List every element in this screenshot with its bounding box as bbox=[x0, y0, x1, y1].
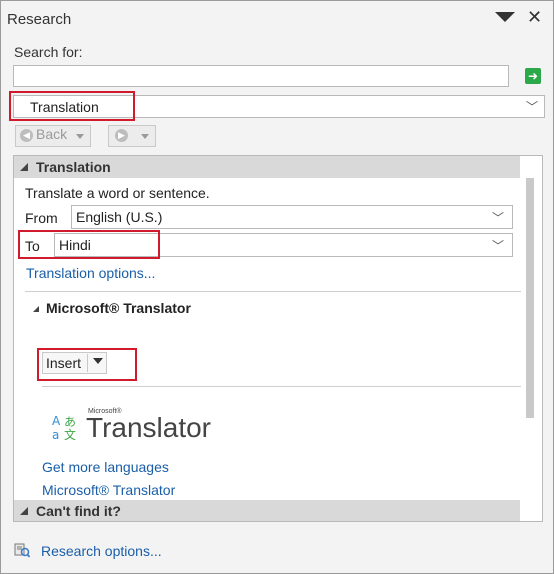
collapse-triangle-icon[interactable] bbox=[20, 507, 28, 515]
svg-text:A: A bbox=[52, 414, 61, 428]
translator-logo-icon: A a あ 文 bbox=[52, 414, 76, 440]
from-language-select[interactable]: English (U.S.) ﹀ bbox=[71, 205, 513, 229]
divider bbox=[42, 386, 521, 387]
research-pane: Research ✕ Search for: ➜ Translation ﹀ ◀… bbox=[0, 0, 554, 574]
back-button-label: Back bbox=[36, 126, 68, 142]
forward-dropdown-icon[interactable] bbox=[141, 134, 149, 139]
microsoft-translator-heading: Microsoft® Translator bbox=[46, 300, 191, 316]
results-panel: Translation Translate a word or sentence… bbox=[13, 155, 543, 522]
from-label: From bbox=[25, 210, 58, 226]
translation-section-title: Translation bbox=[36, 159, 111, 175]
highlight-box-insert bbox=[37, 348, 137, 381]
highlight-box-to bbox=[18, 230, 160, 259]
back-dropdown-icon[interactable] bbox=[76, 134, 84, 139]
chevron-down-icon[interactable]: ﹀ bbox=[492, 209, 504, 226]
results-scrollbar[interactable] bbox=[526, 178, 534, 418]
svg-text:文: 文 bbox=[64, 427, 76, 440]
collapse-triangle-icon[interactable] bbox=[20, 163, 28, 171]
logo-name: Translator bbox=[86, 412, 212, 443]
chevron-down-icon[interactable]: ﹀ bbox=[526, 98, 538, 115]
microsoft-translator-link[interactable]: Microsoft® Translator bbox=[42, 482, 175, 498]
highlight-box-source bbox=[9, 91, 135, 121]
svg-text:あ: あ bbox=[64, 415, 76, 429]
cant-find-title: Can't find it? bbox=[36, 503, 121, 519]
divider bbox=[25, 291, 521, 292]
start-search-icon[interactable]: ➜ bbox=[525, 68, 541, 84]
svg-text:a: a bbox=[52, 428, 59, 440]
from-language-value: English (U.S.) bbox=[76, 209, 163, 225]
translation-description: Translate a word or sentence. bbox=[25, 185, 210, 201]
pane-options-dropdown-icon[interactable] bbox=[495, 12, 515, 22]
translation-section-header[interactable]: Translation bbox=[14, 156, 520, 178]
collapse-triangle-icon[interactable] bbox=[33, 306, 39, 312]
forward-arrow-icon: ▶ bbox=[115, 128, 128, 142]
translation-options-link[interactable]: Translation options... bbox=[26, 265, 155, 281]
forward-button[interactable]: ▶ bbox=[108, 125, 156, 147]
pane-titlebar: Research ✕ bbox=[1, 1, 553, 39]
research-options-icon[interactable] bbox=[14, 542, 30, 558]
back-button[interactable]: ◀ Back bbox=[15, 125, 91, 147]
get-more-languages-link[interactable]: Get more languages bbox=[42, 459, 169, 475]
back-arrow-icon: ◀ bbox=[20, 128, 33, 142]
cant-find-section-header[interactable]: Can't find it? bbox=[14, 500, 520, 521]
search-input[interactable] bbox=[13, 65, 509, 87]
pane-title: Research bbox=[7, 11, 72, 28]
search-label: Search for: bbox=[14, 44, 83, 60]
close-icon[interactable]: ✕ bbox=[527, 7, 542, 27]
research-options-link[interactable]: Research options... bbox=[41, 543, 162, 559]
chevron-down-icon[interactable]: ﹀ bbox=[492, 237, 504, 254]
